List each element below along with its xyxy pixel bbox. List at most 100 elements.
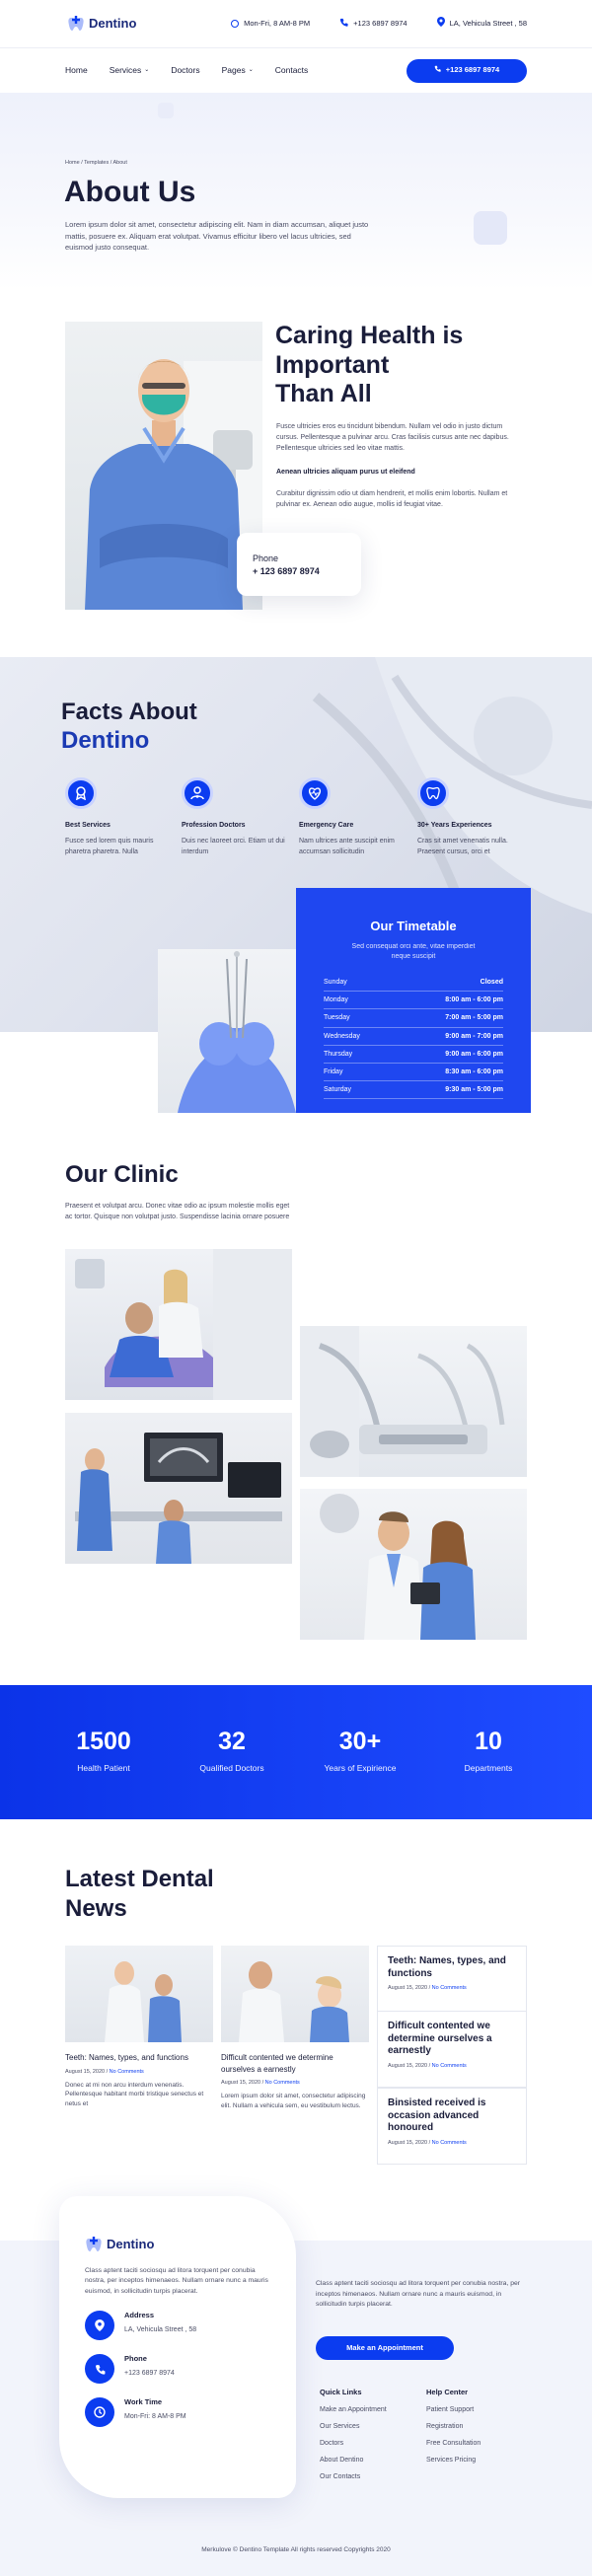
brand-name: Dentino: [89, 15, 137, 31]
timetable-hours: Closed: [480, 979, 503, 987]
news-meta: August 15, 2020 / No Comments: [388, 2139, 467, 2146]
clinic-photo-patient: [65, 1249, 292, 1400]
stat-item: 10 Departments: [434, 1730, 543, 1774]
news-date: August 15, 2020: [65, 2068, 106, 2075]
help-link[interactable]: Services Pricing: [426, 2456, 525, 2466]
tooth-logo-icon: [85, 2236, 103, 2253]
main-nav: Home Services ⌄ Doctors Pages ⌄ Contacts: [65, 64, 407, 76]
news-title-line-1: Latest Dental: [65, 1866, 214, 1892]
news-side-card[interactable]: Binsisted received is occasion advanced …: [377, 2088, 527, 2165]
nav-home[interactable]: Home: [65, 64, 88, 76]
news-side-title: Difficult contented we determine ourselv…: [388, 2021, 492, 2056]
footer-phone[interactable]: Phone +123 6897 8974: [85, 2354, 270, 2385]
quick-link[interactable]: About Dentino: [320, 2456, 418, 2466]
timetable-row: Wednesday 9:00 am - 7:00 pm: [324, 1028, 503, 1046]
phone-card[interactable]: Phone + 123 6897 8974: [237, 533, 361, 596]
timetable-row: Thursday 9:00 am - 6:00 pm: [324, 1046, 503, 1064]
stat-item: 30+ Years of Expirience: [306, 1730, 414, 1774]
news-comments-link[interactable]: No Comments: [110, 2069, 144, 2075]
nav-services-label: Services: [109, 65, 142, 76]
quick-link[interactable]: Our Contacts: [320, 2472, 418, 2482]
caring-bold-text: Aenean ultricies aliquam purus ut eleife…: [276, 469, 415, 476]
news-comments-link[interactable]: No Comments: [432, 1985, 467, 1991]
fact-text: Nam ultrices ante suscipit enim accumsan…: [299, 838, 395, 855]
facts-title-line-2: Dentino: [61, 726, 150, 754]
news-side-card[interactable]: Difficult contented we determine ourselv…: [377, 2011, 527, 2088]
news-card-title: Difficult contented we determine ourselv…: [221, 2053, 333, 2074]
footer-phone-label: Phone: [124, 2354, 147, 2364]
footer-logo[interactable]: Dentino: [85, 2236, 270, 2254]
caring-text-1: Fusce ultricies eros eu tincidunt bibend…: [276, 423, 509, 452]
news-date: August 15, 2020: [388, 2062, 428, 2069]
timetable-row: Saturday 9:30 am - 5:00 pm: [324, 1081, 503, 1100]
tooth-logo-icon: [67, 15, 85, 33]
doctor-photo: [65, 322, 262, 610]
timetable-hours: 8:30 am - 6:00 pm: [445, 1067, 503, 1075]
nav-services[interactable]: Services ⌄: [110, 64, 150, 76]
quick-link[interactable]: Make an Appointment: [320, 2405, 418, 2415]
stat-number: 32: [218, 1728, 246, 1756]
help-link[interactable]: Registration: [426, 2422, 525, 2432]
news-image: [221, 1946, 369, 2042]
quick-link[interactable]: Doctors: [320, 2439, 418, 2449]
hours-info: Mon-Fri, 8 AM-8 PM: [231, 19, 310, 30]
help-center-title: Help Center: [426, 2388, 469, 2396]
footer-work-value: Mon-Fri: 8 AM-8 PM: [124, 2413, 186, 2421]
decor-shape: [474, 211, 507, 245]
footer-address-value: LA, Vehicula Street , 58: [124, 2326, 197, 2334]
doctor-icon: [182, 777, 213, 809]
help-link[interactable]: Free Consultation: [426, 2439, 525, 2449]
news-date: August 15, 2020: [388, 2139, 428, 2146]
caring-title-line: Caring Health is: [275, 322, 464, 349]
caring-text-2: Curabitur dignissim odio ut diam hendrer…: [276, 490, 508, 508]
fact-title: Best Services: [65, 822, 111, 829]
fact-title: Profession Doctors: [182, 822, 246, 829]
news-meta: August 15, 2020 / No Comments: [221, 2080, 300, 2087]
timetable-row: Friday 8:30 am - 6:00 pm: [324, 1064, 503, 1081]
facts-title-line-1: Facts About: [61, 699, 197, 725]
news-title-line-2: News: [65, 1895, 127, 1922]
logo[interactable]: Dentino: [67, 15, 136, 34]
page: Dentino Mon-Fri, 8 AM-8 PM +123 6897 897…: [0, 0, 592, 2576]
breadcrumb[interactable]: Home / Templates / About: [65, 160, 127, 168]
phone-info[interactable]: +123 6897 8974: [339, 18, 407, 31]
fact-item: Best Services Fusce sed lorem quis mauri…: [65, 777, 174, 857]
news-date: August 15, 2020: [221, 2080, 261, 2087]
news-comments-link[interactable]: No Comments: [432, 2063, 467, 2069]
stat-item: 1500 Health Patient: [49, 1730, 158, 1774]
timetable-hours: 9:30 am - 5:00 pm: [445, 1085, 503, 1093]
clinic-title: Our Clinic: [65, 1161, 179, 1188]
phone-icon: [434, 65, 441, 76]
news-card-title: Teeth: Names, types, and functions: [65, 2053, 188, 2062]
call-button[interactable]: +123 6897 8974: [407, 58, 527, 83]
clinic-photo-equipment: [300, 1326, 527, 1477]
appointment-button[interactable]: Make an Appointment: [316, 2336, 454, 2360]
stat-number: 10: [475, 1728, 502, 1756]
clinic-photo-doctors: [300, 1489, 527, 1640]
clinic-photo-xray: [65, 1413, 292, 1564]
clock-icon: [85, 2397, 114, 2428]
nav-contacts[interactable]: Contacts: [275, 64, 309, 76]
nav-doctors[interactable]: Doctors: [171, 64, 199, 76]
facts-title: Facts About Dentino: [61, 699, 197, 756]
stat-label: Years of Expirience: [324, 1763, 397, 1774]
news-image: [65, 1946, 213, 2042]
news-card[interactable]: Difficult contented we determine ourselv…: [221, 1946, 369, 2111]
footer-work-time: Work Time Mon-Fri: 8 AM-8 PM: [85, 2397, 270, 2428]
timetable-day: Monday: [324, 996, 348, 1004]
nav-pages[interactable]: Pages ⌄: [222, 64, 254, 76]
news-comments-link[interactable]: No Comments: [265, 2080, 300, 2086]
help-link[interactable]: Patient Support: [426, 2405, 525, 2415]
news-card[interactable]: Teeth: Names, types, and functions Augus…: [65, 1946, 213, 2109]
help-center: Help Center Patient Support Registration…: [426, 2388, 525, 2466]
footer-address-label: Address: [124, 2311, 155, 2320]
news-side-card[interactable]: Teeth: Names, types, and functions Augus…: [377, 1946, 527, 2015]
news-comments-link[interactable]: No Comments: [432, 2140, 467, 2146]
timetable-day: Thursday: [324, 1050, 353, 1058]
quick-link[interactable]: Our Services: [320, 2422, 418, 2432]
fact-item: Emergency Care Nam ultrices ante suscipi…: [299, 777, 407, 857]
footer-contact-card: Dentino Class aptent taciti sociosqu ad …: [59, 2196, 296, 2498]
news-meta: August 15, 2020 / No Comments: [388, 1985, 467, 1991]
timetable-row: Tuesday 7:00 am - 5:00 pm: [324, 1009, 503, 1028]
timetable-day: Sunday: [324, 979, 347, 987]
